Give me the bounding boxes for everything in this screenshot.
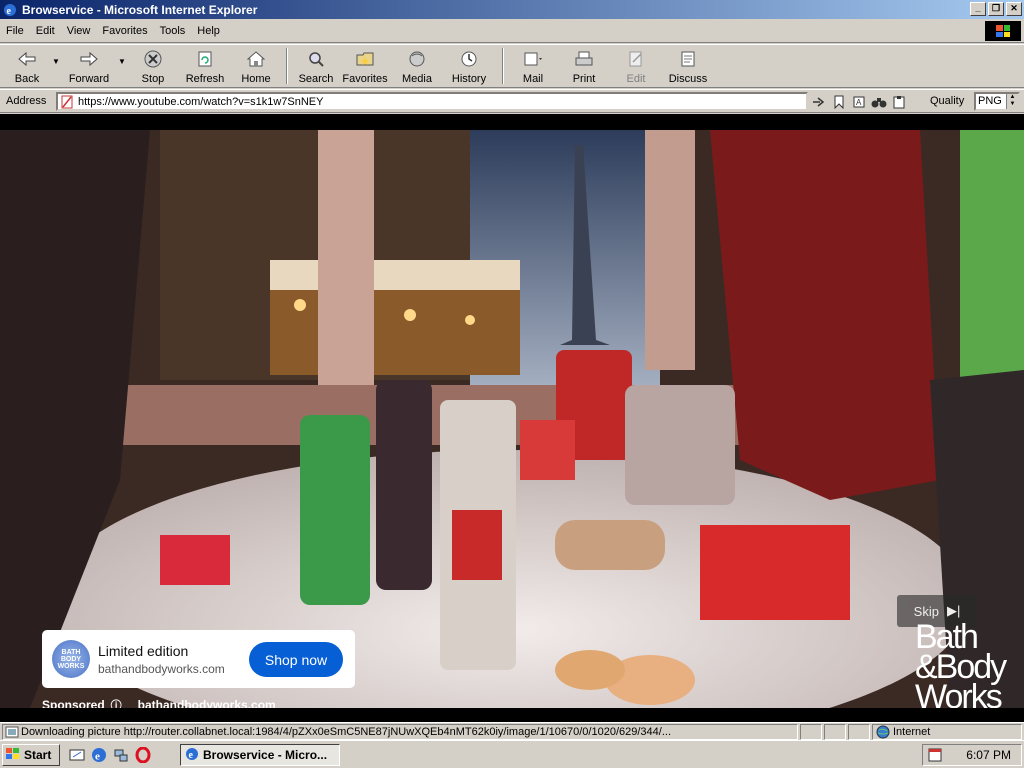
search-icon — [305, 48, 327, 70]
forward-button[interactable]: Forward — [62, 45, 116, 87]
print-button[interactable]: Print — [556, 45, 612, 87]
quality-spinner-icon[interactable]: ▲ ▼ — [1006, 94, 1018, 109]
menu-favorites[interactable]: Favorites — [96, 25, 153, 37]
scheduler-icon[interactable] — [927, 747, 943, 763]
discuss-icon — [677, 48, 699, 70]
menu-edit[interactable]: Edit — [30, 25, 61, 37]
stop-button[interactable]: Stop — [128, 45, 178, 87]
svg-text:e: e — [189, 750, 194, 761]
quality-select[interactable]: PNG ▲ ▼ — [974, 92, 1020, 111]
menu-view[interactable]: View — [61, 25, 97, 37]
bookmark-icon[interactable] — [830, 93, 848, 111]
quick-launch: e — [68, 746, 152, 764]
back-arrow-icon — [16, 48, 38, 70]
windows-logo-icon — [985, 21, 1021, 41]
info-icon[interactable]: ⓘ — [111, 697, 122, 708]
discuss-button[interactable]: Discuss — [660, 45, 716, 87]
quality-label: Quality — [930, 95, 965, 107]
video-player[interactable]: BATH BODY WORKS Limited edition bathandb… — [0, 130, 1024, 708]
toolbar-separator — [286, 48, 288, 84]
favorites-folder-icon — [354, 48, 376, 70]
mail-icon — [522, 48, 544, 70]
sponsored-label: Sponsored — [42, 698, 105, 708]
sponsored-link[interactable]: bathandbodyworks.com — [138, 698, 276, 708]
clock: 6:07 PM — [966, 748, 1011, 762]
start-button[interactable]: Start — [2, 744, 60, 766]
menu-tools[interactable]: Tools — [154, 25, 192, 37]
svg-text:e: e — [7, 6, 12, 17]
video-frame-image — [0, 130, 1024, 708]
address-field[interactable] — [56, 92, 808, 111]
ie-icon: e — [185, 747, 199, 764]
url-input[interactable] — [78, 95, 778, 108]
home-icon — [245, 48, 267, 70]
download-icon — [5, 725, 19, 739]
sponsored-row: Sponsored ⓘ bathandbodyworks.com — [42, 697, 276, 708]
stop-icon — [142, 48, 164, 70]
network-icon[interactable] — [112, 746, 130, 764]
status-text: Downloading picture http://router.collab… — [2, 724, 798, 740]
window-title: Browservice - Microsoft Internet Explore… — [22, 2, 258, 17]
show-desktop-icon[interactable] — [68, 746, 86, 764]
ad-card[interactable]: BATH BODY WORKS Limited edition bathandb… — [42, 630, 355, 688]
forward-arrow-icon — [78, 48, 100, 70]
search-button[interactable]: Search — [294, 45, 338, 87]
menu-file[interactable]: File — [0, 25, 30, 37]
favorites-button[interactable]: Favorites — [338, 45, 392, 87]
home-button[interactable]: Home — [232, 45, 280, 87]
media-button[interactable]: Media — [392, 45, 442, 87]
ad-title: Limited edition — [98, 642, 189, 659]
back-dropdown-icon[interactable]: ▼ — [50, 57, 62, 66]
status-cell — [824, 724, 846, 740]
find-icon[interactable]: A — [850, 93, 868, 111]
edit-button[interactable]: Edit — [612, 45, 660, 87]
refresh-icon — [194, 48, 216, 70]
close-button[interactable]: ✕ — [1006, 2, 1022, 16]
windows-flag-icon — [5, 747, 21, 764]
taskbar: Start e e Browservice - Micro... 6:07 PM — [0, 740, 1024, 768]
refresh-button[interactable]: Refresh — [178, 45, 232, 87]
opera-icon[interactable] — [134, 746, 152, 764]
minimize-button[interactable]: _ — [970, 2, 986, 16]
taskbar-item-browservice[interactable]: e Browservice - Micro... — [180, 744, 340, 766]
svg-text:A: A — [856, 98, 862, 107]
svg-text:e: e — [95, 751, 100, 763]
browser-content: BATH BODY WORKS Limited edition bathandb… — [0, 114, 1024, 722]
address-bar: Address A Quality PNG ▲▼ — [0, 89, 1024, 113]
ad-domain: bathandbodyworks.com — [98, 661, 225, 676]
address-label: Address — [6, 95, 47, 107]
ie-icon[interactable]: e — [90, 746, 108, 764]
binoculars-icon[interactable] — [870, 93, 888, 111]
menu-help[interactable]: Help — [191, 25, 226, 37]
standard-toolbar: Back ▼ Forward ▼ Stop Refresh Home Searc… — [0, 44, 1024, 88]
brand-logo: BATH BODY WORKS — [52, 640, 90, 678]
history-icon — [458, 48, 480, 70]
status-bar: Downloading picture http://router.collab… — [0, 722, 1024, 740]
go-arrow-icon[interactable] — [810, 93, 828, 111]
ie-icon: e — [2, 2, 18, 18]
security-zone: Internet — [872, 724, 1022, 740]
toolbar-separator — [502, 48, 504, 84]
status-cell — [800, 724, 822, 740]
back-button[interactable]: Back — [4, 45, 50, 87]
media-icon — [406, 48, 428, 70]
page-icon — [60, 95, 74, 109]
status-cell — [848, 724, 870, 740]
restore-button[interactable]: ❐ — [988, 2, 1004, 16]
brand-watermark: Bath &Body Works — [915, 618, 1007, 708]
shop-now-button[interactable]: Shop now — [249, 642, 343, 677]
title-bar: e Browservice - Microsoft Internet Explo… — [0, 0, 1024, 19]
forward-dropdown-icon[interactable]: ▼ — [116, 57, 128, 66]
skip-next-icon: ▶| — [946, 603, 961, 618]
clipboard-icon[interactable] — [890, 93, 908, 111]
mail-button[interactable]: Mail — [510, 45, 556, 87]
menu-bar: File Edit View Favorites Tools Help — [0, 19, 1024, 43]
printer-icon — [573, 48, 595, 70]
edit-page-icon — [625, 48, 647, 70]
history-button[interactable]: History — [442, 45, 496, 87]
system-tray: 6:07 PM — [922, 744, 1022, 766]
